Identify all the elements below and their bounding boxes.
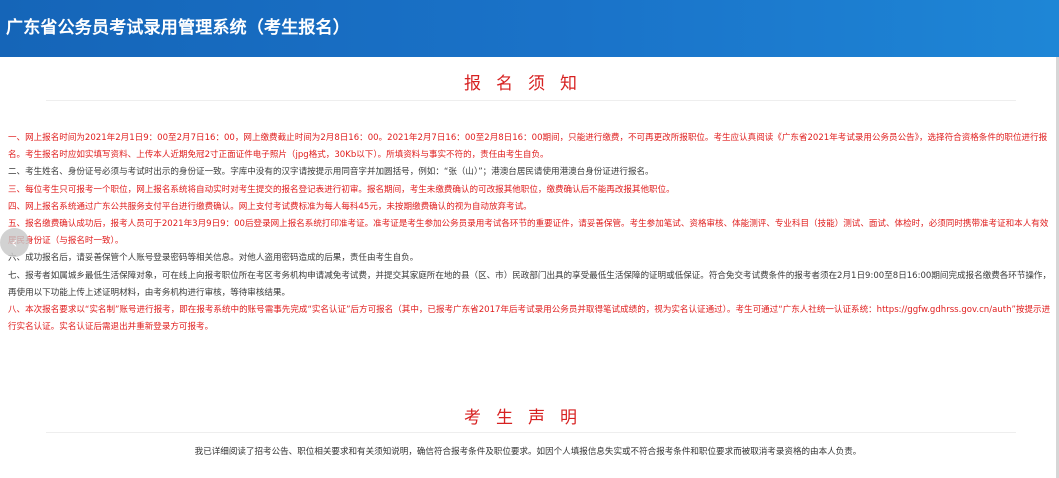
divider xyxy=(46,432,1016,433)
notice-item-6: 六、成功报名后，请妥善保管个人账号登录密码等相关信息。对他人盗用密码造成的后果，… xyxy=(8,253,419,264)
notice-item-4: 四、网上报名系统通过广东公共服务支付平台进行缴费确认。网上支付考试费标准为每人每… xyxy=(8,201,532,212)
page-title: 广东省公务员考试录用管理系统（考生报名） xyxy=(6,18,350,38)
notice-title: 报名须知 xyxy=(464,74,592,94)
notice-item-2: 二、考生姓名、身份证号必须与考试时出示的身份证一致。字库中没有的汉字请按提示用同… xyxy=(8,167,654,178)
declaration-text: 我已详细阅读了招考公告、职位相关要求和有关须知说明，确信符合报考条件及职位要求。… xyxy=(194,447,862,457)
divider xyxy=(46,100,1016,101)
declaration-title: 考生声明 xyxy=(464,408,592,428)
notice-item-8: 八、本次报名要求以“实名制”账号进行报考，即在报考系统中的账号需事先完成“实名认… xyxy=(8,305,1051,333)
app-header: 广东省公务员考试录用管理系统（考生报名） xyxy=(0,0,1059,57)
chevron-left-icon[interactable]: ‹ xyxy=(0,228,29,257)
notice-item-1: 一、网上报名时间为2021年2月1日9：00至2月7日16：00，网上缴费截止时… xyxy=(8,133,1048,161)
notice-item-3: 三、每位考生只可报考一个职位，网上报名系统将自动实时对考生提交的报名登记表进行初… xyxy=(8,184,675,195)
notice-item-7: 七、报考者如属城乡最低生活保障对象，可在线上向报考职位所在考区考务机构申请减免考… xyxy=(8,270,1052,298)
notice-item-5: 五、报名缴费确认成功后，报考人员可于2021年3月9日9：00后登录网上报名系统… xyxy=(8,219,1049,247)
notice-list: 一、网上报名时间为2021年2月1日9：00至2月7日16：00，网上缴费截止时… xyxy=(8,130,1052,336)
